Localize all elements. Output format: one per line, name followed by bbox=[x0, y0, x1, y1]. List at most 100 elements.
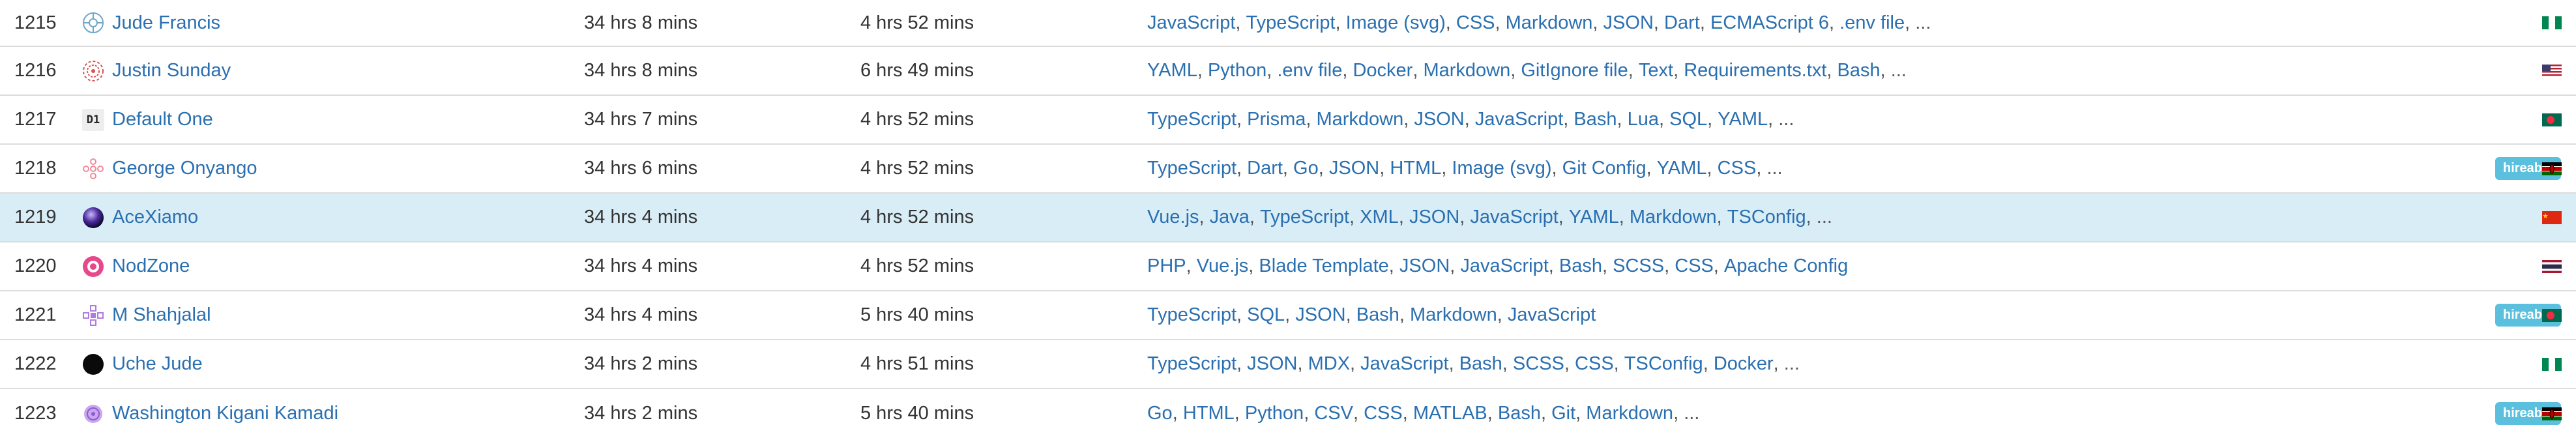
user-name-link[interactable]: Uche Jude bbox=[112, 353, 203, 375]
language-link[interactable]: Markdown bbox=[1423, 60, 1510, 81]
language-link[interactable]: TSConfig bbox=[1624, 353, 1703, 375]
language-link[interactable]: Vue.js bbox=[1147, 207, 1199, 228]
user-name-link[interactable]: George Onyango bbox=[112, 158, 257, 179]
language-link[interactable]: TSConfig bbox=[1727, 207, 1806, 228]
language-link[interactable]: Dart bbox=[1664, 12, 1700, 34]
daily-average: 5 hrs 40 mins bbox=[860, 403, 974, 424]
language-link[interactable]: JavaScript bbox=[1460, 256, 1548, 277]
language-link[interactable]: YAML bbox=[1718, 109, 1768, 130]
language-link[interactable]: MATLAB bbox=[1413, 403, 1487, 424]
red-spiral-icon[interactable] bbox=[82, 60, 104, 82]
language-link[interactable]: Lua bbox=[1628, 109, 1659, 130]
language-link[interactable]: JSON bbox=[1409, 207, 1459, 228]
language-link[interactable]: Markdown bbox=[1316, 109, 1403, 130]
language-link[interactable]: PHP bbox=[1147, 256, 1186, 277]
language-link[interactable]: Prisma bbox=[1247, 109, 1306, 130]
language-link[interactable]: MDX bbox=[1308, 353, 1350, 375]
gear-flower-icon[interactable] bbox=[82, 12, 104, 34]
language-link[interactable]: YAML bbox=[1657, 158, 1707, 179]
language-link[interactable]: Git Config bbox=[1562, 158, 1647, 179]
language-link[interactable]: CSS bbox=[1456, 12, 1495, 34]
user-name-link[interactable]: Justin Sunday bbox=[112, 60, 231, 81]
language-link[interactable]: TypeScript bbox=[1147, 109, 1237, 130]
language-link[interactable]: Markdown bbox=[1630, 207, 1717, 228]
language-link[interactable]: Vue.js bbox=[1197, 256, 1249, 277]
language-link[interactable]: TypeScript bbox=[1246, 12, 1336, 34]
language-link[interactable]: Dart bbox=[1247, 158, 1283, 179]
language-link[interactable]: Text bbox=[1639, 60, 1673, 81]
language-link[interactable]: CSV bbox=[1314, 403, 1353, 424]
language-link[interactable]: Go bbox=[1293, 158, 1319, 179]
purple-flower-icon[interactable] bbox=[82, 304, 104, 327]
language-link[interactable]: Bash bbox=[1573, 109, 1617, 130]
language-link[interactable]: JavaScript bbox=[1508, 304, 1596, 326]
language-link[interactable]: Python bbox=[1245, 403, 1304, 424]
language-link[interactable]: CSS bbox=[1675, 256, 1714, 277]
language-link[interactable]: GitIgnore file bbox=[1521, 60, 1628, 81]
user-name-link[interactable]: Default One bbox=[112, 109, 213, 130]
language-link[interactable]: JSON bbox=[1399, 256, 1450, 277]
violet-flower-icon[interactable] bbox=[82, 403, 104, 425]
user-name-link[interactable]: AceXiamo bbox=[112, 207, 198, 228]
nigeria-flag-icon bbox=[2542, 357, 2562, 371]
planet-photo-icon[interactable] bbox=[82, 207, 104, 229]
language-link[interactable]: SQL bbox=[1669, 109, 1707, 130]
language-link[interactable]: Markdown bbox=[1586, 403, 1673, 424]
language-link[interactable]: JSON bbox=[1414, 109, 1464, 130]
language-link[interactable]: Go bbox=[1147, 403, 1173, 424]
user-name-link[interactable]: Jude Francis bbox=[112, 12, 220, 34]
pink-flower-icon[interactable] bbox=[82, 158, 104, 180]
language-link[interactable]: .env file bbox=[1839, 12, 1905, 34]
language-link[interactable]: Bash bbox=[1837, 60, 1881, 81]
language-link[interactable]: CSS bbox=[1575, 353, 1614, 375]
language-link[interactable]: JavaScript bbox=[1360, 353, 1448, 375]
user-name-link[interactable]: NodZone bbox=[112, 256, 190, 277]
language-link[interactable]: JSON bbox=[1295, 304, 1345, 326]
language-link[interactable]: HTML bbox=[1183, 403, 1235, 424]
language-link[interactable]: .env file bbox=[1277, 60, 1342, 81]
language-link[interactable]: Bash bbox=[1356, 304, 1399, 326]
language-link[interactable]: Docker bbox=[1353, 60, 1412, 81]
language-link[interactable]: SCSS bbox=[1513, 353, 1564, 375]
language-link[interactable]: Bash bbox=[1459, 353, 1502, 375]
language-link[interactable]: Git bbox=[1551, 403, 1575, 424]
rank-cell: 1217 bbox=[14, 109, 57, 130]
language-link[interactable]: TypeScript bbox=[1147, 158, 1237, 179]
language-link[interactable]: JavaScript bbox=[1147, 12, 1235, 34]
language-link[interactable]: Requirements.txt bbox=[1684, 60, 1826, 81]
language-link[interactable]: TypeScript bbox=[1147, 304, 1237, 326]
user-name-link[interactable]: M Shahjalal bbox=[112, 304, 211, 326]
d1-avatar-icon[interactable]: D1 bbox=[82, 108, 104, 131]
language-link[interactable]: Image (svg) bbox=[1452, 158, 1551, 179]
language-link[interactable]: CSS bbox=[1718, 158, 1757, 179]
language-link[interactable]: JSON bbox=[1603, 12, 1654, 34]
language-link[interactable]: Bash bbox=[1559, 256, 1602, 277]
language-link[interactable]: YAML bbox=[1569, 207, 1619, 228]
language-link[interactable]: JavaScript bbox=[1475, 109, 1563, 130]
country-flag bbox=[2542, 47, 2562, 95]
language-link[interactable]: Docker bbox=[1714, 353, 1774, 375]
language-link[interactable]: ECMAScript 6 bbox=[1710, 12, 1829, 34]
black-circle-icon[interactable] bbox=[82, 353, 104, 375]
language-link[interactable]: Python bbox=[1208, 60, 1266, 81]
language-link[interactable]: JSON bbox=[1247, 353, 1297, 375]
language-link[interactable]: CSS bbox=[1364, 403, 1403, 424]
language-link[interactable]: JavaScript bbox=[1470, 207, 1558, 228]
language-link[interactable]: Java bbox=[1210, 207, 1250, 228]
language-link[interactable]: YAML bbox=[1147, 60, 1197, 81]
language-link[interactable]: SQL bbox=[1247, 304, 1285, 326]
language-link[interactable]: Blade Template bbox=[1259, 256, 1388, 277]
language-link[interactable]: Bash bbox=[1498, 403, 1541, 424]
user-name-link[interactable]: Washington Kigani Kamadi bbox=[112, 403, 338, 424]
language-link[interactable]: TypeScript bbox=[1260, 207, 1349, 228]
language-link[interactable]: Markdown bbox=[1506, 12, 1593, 34]
language-link[interactable]: JSON bbox=[1329, 158, 1379, 179]
language-link[interactable]: Markdown bbox=[1410, 304, 1497, 326]
language-link[interactable]: TypeScript bbox=[1147, 353, 1237, 375]
language-link[interactable]: SCSS bbox=[1613, 256, 1664, 277]
language-link[interactable]: Apache Config bbox=[1724, 256, 1848, 277]
pink-circle-icon[interactable] bbox=[82, 256, 104, 278]
language-link[interactable]: Image (svg) bbox=[1346, 12, 1446, 34]
language-link[interactable]: XML bbox=[1360, 207, 1399, 228]
language-link[interactable]: HTML bbox=[1390, 158, 1441, 179]
